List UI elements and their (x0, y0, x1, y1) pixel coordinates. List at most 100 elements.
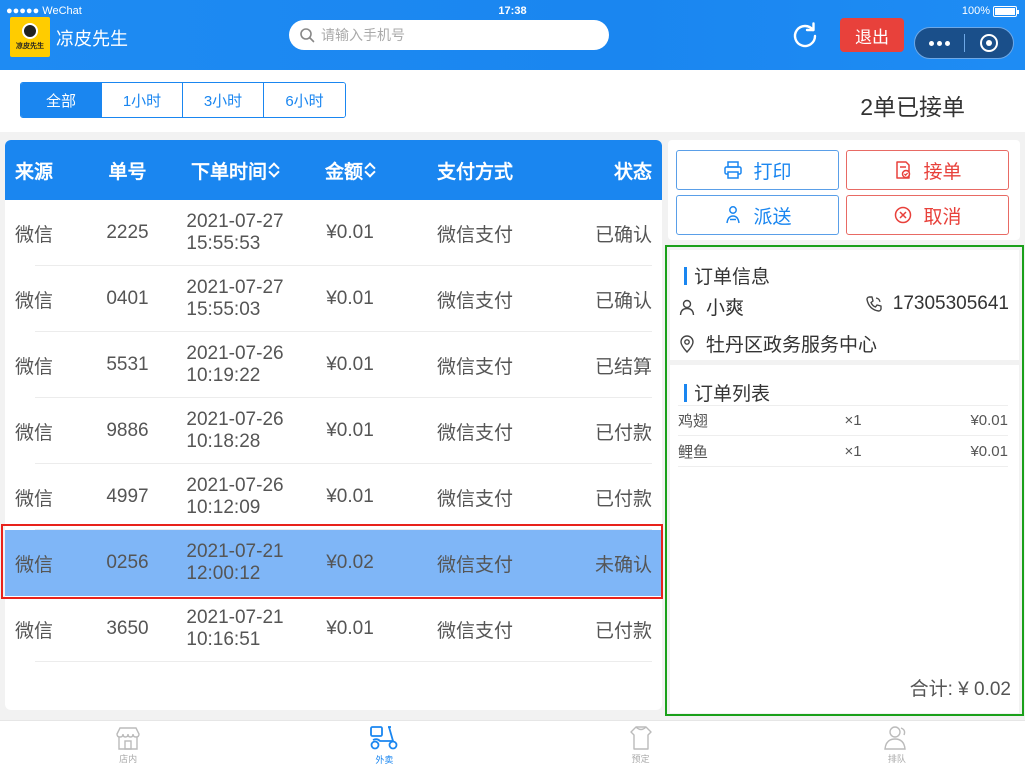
delivery-person-icon (726, 206, 741, 224)
cell-order-time: 2021-07-26 10:19:22 (170, 343, 300, 387)
filter-3h[interactable]: 3小时 (183, 83, 264, 117)
app-title: 凉皮先生 (56, 29, 128, 49)
filter-6h[interactable]: 6小时 (264, 83, 345, 117)
cell-time: 15:55:53 (186, 233, 261, 254)
cell-order-time: 2021-07-26 10:18:28 (170, 409, 300, 453)
cell-time: 10:16:51 (186, 629, 261, 650)
cancel-order-button[interactable]: 取消 (846, 195, 1009, 235)
cell-order-no: 3650 (106, 618, 149, 639)
cell-date: 2021-07-26 (186, 409, 284, 430)
cell-time: 10:12:09 (186, 497, 261, 518)
item-qty: ×1 (844, 442, 862, 460)
cell-date: 2021-07-27 (186, 277, 284, 298)
table-row[interactable]: 微信 0401 2021-07-27 15:55:03 ¥0.01 微信支付 已确… (5, 266, 662, 332)
cell-order-no: 5531 (106, 354, 149, 375)
print-button[interactable]: 打印 (676, 150, 839, 190)
deliver-button[interactable]: 派送 (676, 195, 839, 235)
tab-dine-in[interactable]: 店内 (0, 721, 256, 769)
cell-amount: ¥0.02 (326, 552, 374, 573)
refresh-button[interactable] (789, 19, 821, 51)
cell-source: 微信 (15, 620, 54, 642)
list-item: 鲤鱼 ×1 ¥0.01 (678, 436, 1008, 467)
cell-order-time: 2021-07-27 15:55:53 (170, 211, 300, 255)
close-circle-icon[interactable] (965, 33, 1013, 53)
delivery-address: 牡丹区政务服务中心 (706, 335, 878, 356)
battery-percent: 100% (961, 5, 990, 17)
tab-queue[interactable]: 排队 (769, 721, 1025, 769)
item-name: 鲤鱼 (678, 443, 709, 461)
cell-date: 2021-07-27 (186, 211, 284, 232)
order-actions: 打印 接单 派送 取消 (668, 140, 1020, 240)
cell-source: 微信 (15, 356, 54, 378)
item-price: ¥0.01 (970, 412, 1008, 429)
time-range-segmented-control: 全部 1小时 3小时 6小时 (20, 82, 346, 118)
cell-order-time: 2021-07-26 10:12:09 (170, 475, 300, 519)
cell-order-no: 0256 (106, 552, 149, 573)
tab-reserve[interactable]: 预定 (513, 721, 769, 769)
cell-amount: ¥0.01 (326, 288, 374, 309)
phone-search-box[interactable] (289, 20, 609, 50)
customer-name: 小爽 (706, 298, 745, 319)
filter-all[interactable]: 全部 (21, 83, 102, 117)
tab-takeout[interactable]: 外卖 (256, 721, 512, 769)
cell-time: 12:00:12 (186, 563, 261, 584)
cell-order-no: 9886 (106, 420, 149, 441)
customer-name-line: 小爽 (678, 293, 744, 320)
header-order-time[interactable]: 下单时间 (170, 157, 300, 184)
cell-pay-method: 微信支付 (436, 488, 513, 510)
cell-status: 已确认 (594, 224, 652, 246)
deliver-label: 派送 (753, 206, 792, 228)
phone-icon (866, 296, 882, 312)
cell-source: 微信 (15, 290, 54, 312)
cell-pay-method: 微信支付 (436, 356, 513, 378)
cell-amount: ¥0.01 (326, 486, 374, 507)
filter-1h[interactable]: 1小时 (102, 83, 183, 117)
filter-bar: 全部 1小时 3小时 6小时 2单已接单 (0, 70, 1025, 132)
cell-status: 已确认 (594, 290, 652, 312)
order-info-panel: 订单信息 小爽 17305305641 牡丹区政务服务中心 (670, 250, 1019, 360)
table-row[interactable]: 微信 3650 2021-07-21 10:16:51 ¥0.01 微信支付 已付… (5, 596, 662, 662)
table-row[interactable]: 微信 5531 2021-07-26 10:19:22 ¥0.01 微信支付 已结… (5, 332, 662, 398)
cell-status: 已付款 (594, 422, 652, 444)
cell-amount: ¥0.01 (326, 420, 374, 441)
cell-order-no: 0401 (106, 288, 149, 309)
more-dots-icon[interactable] (915, 40, 964, 46)
print-label: 打印 (753, 161, 792, 183)
cell-pay-method: 微信支付 (436, 620, 513, 642)
header-amount[interactable]: 金额 (300, 157, 400, 184)
cell-source: 微信 (15, 224, 54, 246)
store-icon (116, 727, 140, 750)
accept-document-icon (896, 161, 911, 179)
cell-order-no: 2225 (106, 222, 149, 243)
queue-icon (884, 726, 906, 750)
header-amount-label: 金额 (324, 161, 363, 183)
customer-phone-line: 17305305641 (865, 293, 1009, 315)
accept-order-button[interactable]: 接单 (846, 150, 1009, 190)
app-logo: 凉皮先生 (10, 17, 50, 57)
table-row[interactable]: 微信 4997 2021-07-26 10:12:09 ¥0.01 微信支付 已付… (5, 464, 662, 530)
cell-time: 10:18:28 (186, 431, 261, 452)
logout-button[interactable]: 退出 (840, 18, 904, 52)
cell-order-no: 4997 (106, 486, 149, 507)
item-price: ¥0.01 (970, 442, 1008, 460)
table-header: 来源 单号 下单时间 金额 支付方式 状态 (5, 140, 662, 200)
cancel-circle-icon (895, 206, 912, 224)
table-row[interactable]: 微信 9886 2021-07-26 10:18:28 ¥0.01 微信支付 已付… (5, 398, 662, 464)
cell-time: 15:55:03 (186, 299, 261, 320)
logo-text: 凉皮先生 (16, 43, 44, 50)
cancel-label: 取消 (923, 206, 962, 228)
cell-source: 微信 (15, 488, 54, 510)
table-row[interactable]: 微信 2225 2021-07-27 15:55:53 ¥0.01 微信支付 已确… (5, 200, 662, 266)
sort-icon (269, 162, 279, 178)
table-row-selected[interactable]: 微信 0256 2021-07-21 12:00:12 ¥0.02 微信支付 未确… (5, 530, 662, 596)
tab-label: 排队 (887, 754, 906, 764)
header-status: 状态 (613, 161, 652, 183)
location-pin-icon (680, 334, 694, 353)
cell-time: 10:19:22 (186, 365, 261, 386)
header-pay-method: 支付方式 (436, 161, 513, 183)
cell-source: 微信 (15, 422, 54, 444)
phone-search-input[interactable] (321, 27, 601, 43)
scooter-icon (370, 726, 398, 750)
cell-date: 2021-07-26 (186, 475, 284, 496)
cell-pay-method: 微信支付 (436, 224, 513, 246)
